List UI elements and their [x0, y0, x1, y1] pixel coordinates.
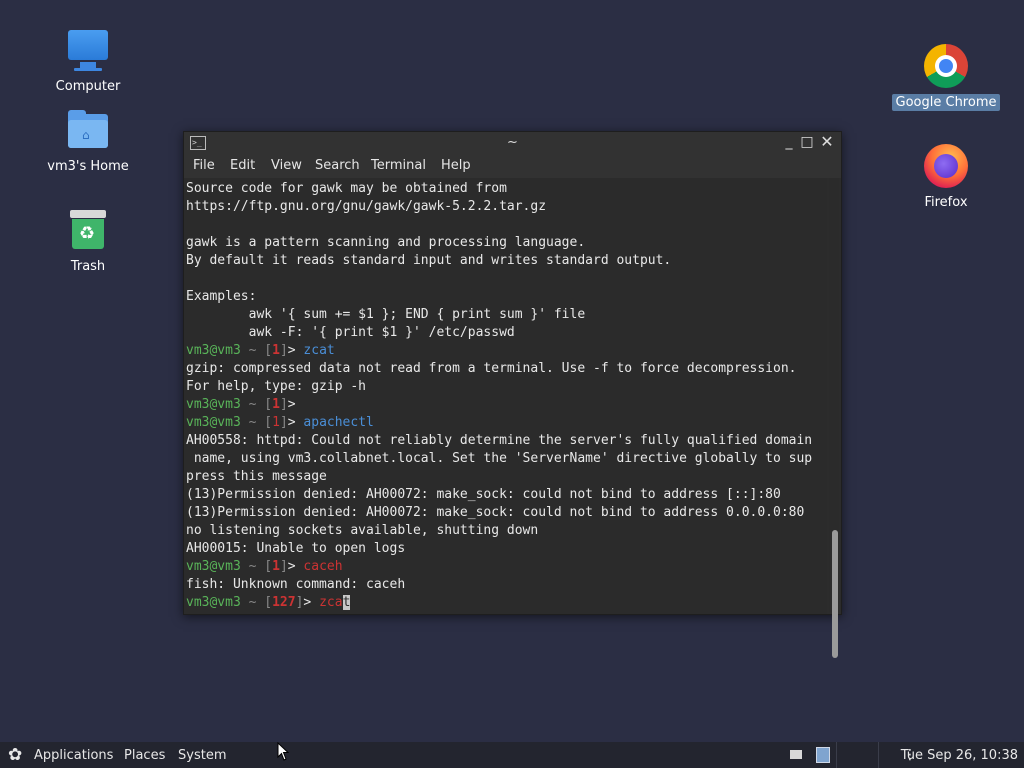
output-line: Examples:	[186, 289, 257, 304]
tray-divider	[878, 742, 879, 768]
desktop-icon-label: Trash	[70, 259, 106, 274]
menu-help[interactable]: Help	[441, 158, 471, 173]
prompt-line: vm3@vm3 ~ [1]> apachectl	[186, 415, 374, 430]
terminal-scrollbar[interactable]	[829, 178, 839, 658]
output-line: press this message	[186, 469, 327, 484]
output-line: (13)Permission denied: AH00072: make_soc…	[186, 505, 805, 520]
output-line: https://ftp.gnu.org/gnu/gawk/gawk-5.2.2.…	[186, 199, 547, 214]
output-line: fish: Unknown command: caceh	[186, 577, 406, 592]
output-line: By default it reads standard input and w…	[186, 253, 672, 268]
applications-menu[interactable]: Applications	[34, 748, 113, 763]
output-line: AH00015: Unable to open logs	[186, 541, 406, 556]
menu-terminal[interactable]: Terminal	[371, 158, 426, 173]
minimize-icon[interactable]: _	[781, 134, 797, 150]
typed-command: zca	[319, 595, 343, 610]
desktop-icon-chrome[interactable]: Google Chrome	[891, 42, 1001, 111]
system-menu[interactable]: System	[178, 748, 226, 763]
scrollbar-thumb[interactable]	[832, 530, 838, 658]
desktop-icon-trash[interactable]: ♻ Trash	[33, 206, 143, 275]
menu-edit[interactable]: Edit	[230, 158, 255, 173]
workspace-icon[interactable]	[816, 747, 830, 763]
show-desktop-icon[interactable]	[790, 750, 802, 759]
menu-file[interactable]: File	[193, 158, 215, 173]
prompt-line-active[interactable]: vm3@vm3 ~ [127]> zcat	[186, 594, 351, 612]
desktop-icon-label: Google Chrome	[891, 94, 1001, 111]
desktop-icon-label: vm3's Home	[47, 159, 129, 174]
terminal-menubar: File Edit View Search Terminal Help	[184, 154, 841, 178]
taskbar: ✿ Applications Places System ⋮ Tue Sep 2…	[0, 742, 1024, 768]
output-line: awk '{ sum += $1 }; END { print sum }' f…	[186, 307, 586, 322]
desktop-icon-computer[interactable]: Computer	[33, 26, 143, 95]
output-line: gawk is a pattern scanning and processin…	[186, 235, 586, 250]
output-line: Source code for gawk may be obtained fro…	[186, 181, 507, 196]
mouse-pointer-icon	[277, 742, 289, 761]
menu-view[interactable]: View	[271, 158, 302, 173]
trash-icon: ♻	[64, 206, 112, 254]
output-line: For help, type: gzip -h	[186, 379, 367, 394]
terminal-titlebar[interactable]: >_ ~ _ □ ✕	[184, 132, 841, 154]
output-line: no listening sockets available, shutting…	[186, 523, 539, 538]
clock[interactable]: Tue Sep 26, 10:38	[901, 748, 1018, 763]
terminal-output[interactable]: Source code for gawk may be obtained fro…	[184, 178, 827, 614]
chrome-icon	[922, 42, 970, 90]
menu-search[interactable]: Search	[315, 158, 360, 173]
prompt-line: vm3@vm3 ~ [1]>	[186, 397, 296, 412]
window-title: ~	[507, 135, 518, 150]
output-line: gzip: compressed data not read from a te…	[186, 361, 797, 376]
prompt-line: vm3@vm3 ~ [1]> caceh	[186, 559, 343, 574]
computer-icon	[64, 26, 112, 74]
desktop-icon-label: Firefox	[924, 195, 968, 210]
tray-divider	[836, 742, 837, 768]
output-line: awk -F: '{ print $1 }' /etc/passwd	[186, 325, 515, 340]
firefox-icon	[922, 142, 970, 190]
home-folder-icon: ⌂	[64, 106, 112, 154]
text-cursor: t	[342, 595, 351, 610]
desktop-icon-firefox[interactable]: Firefox	[891, 142, 1001, 211]
output-line: name, using vm3.collabnet.local. Set the…	[186, 451, 813, 466]
prompt-line: vm3@vm3 ~ [1]> zcat	[186, 343, 335, 358]
places-menu[interactable]: Places	[124, 748, 165, 763]
output-line: AH00558: httpd: Could not reliably deter…	[186, 433, 813, 448]
desktop-icon-label: Computer	[55, 79, 121, 94]
close-icon[interactable]: ✕	[819, 134, 835, 150]
gnome-foot-icon[interactable]: ✿	[8, 745, 22, 765]
desktop-icon-home[interactable]: ⌂ vm3's Home	[33, 106, 143, 175]
maximize-icon[interactable]: □	[799, 134, 815, 150]
output-line: (13)Permission denied: AH00072: make_soc…	[186, 487, 781, 502]
terminal-window[interactable]: >_ ~ _ □ ✕ File Edit View Search Termina…	[183, 131, 842, 658]
